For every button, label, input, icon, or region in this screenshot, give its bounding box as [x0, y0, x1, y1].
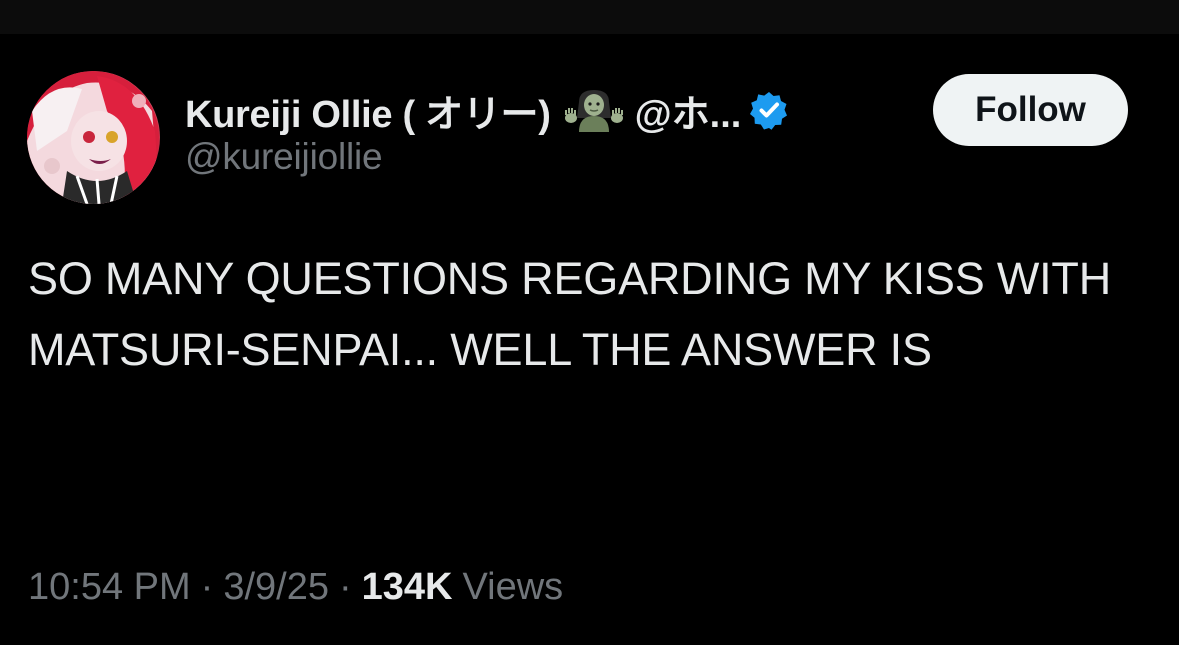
- avatar-image: [27, 71, 160, 204]
- status-strip: [0, 0, 1179, 34]
- views-count[interactable]: 134K: [362, 566, 453, 609]
- views-label[interactable]: Views: [462, 566, 563, 609]
- display-name[interactable]: Kureiji Ollie ( オリー): [185, 83, 551, 138]
- tweet-header: Kureiji Ollie ( オリー) @ホ... @kureijiollie: [185, 86, 885, 178]
- meta-separator: ·: [200, 566, 214, 608]
- username[interactable]: @kureijiollie: [185, 136, 885, 178]
- tweet-date[interactable]: 3/9/25: [223, 566, 329, 609]
- verified-badge-icon: [749, 90, 789, 130]
- follow-button[interactable]: Follow: [933, 74, 1128, 146]
- zombie-woman-icon: [564, 88, 623, 132]
- name-row: Kureiji Ollie ( オリー) @ホ...: [185, 86, 885, 136]
- tweet: Kureiji Ollie ( オリー) @ホ... @kureijiollie…: [0, 34, 1179, 645]
- avatar[interactable]: [27, 71, 160, 204]
- tweet-text: SO MANY QUESTIONS REGARDING MY KISS WITH…: [28, 253, 1111, 375]
- display-name-suffix[interactable]: @ホ...: [635, 83, 742, 138]
- tweet-time[interactable]: 10:54 PM: [28, 566, 191, 609]
- meta-separator: ·: [338, 566, 352, 608]
- tweet-meta: 10:54 PM · 3/9/25 · 134K Views: [28, 566, 563, 609]
